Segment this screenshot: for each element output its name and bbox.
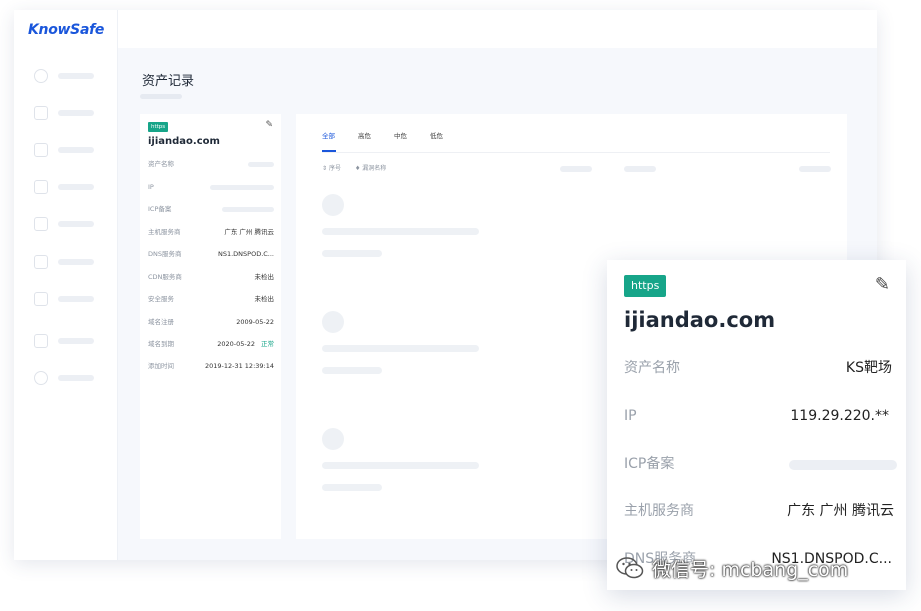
asset-card: https ✎ ijiandao.com 资产名称 IP ICP备案 主机服务商… [140,114,281,539]
https-badge: https [148,122,169,132]
asset-domain: ijiandao.com [148,136,220,147]
asset-row: DNS服务商 NS1.DNSPOD.C... [148,250,274,258]
dashboard-icon [34,69,48,83]
briefcase-icon [34,106,48,120]
status-badge: 正常 [261,340,274,348]
asset-row: 域名到期 2020-05-22 正常 [148,340,274,348]
skeleton-line [322,484,382,491]
asset-domain: ijiandao.com [624,308,776,332]
subtitle-placeholder [140,94,182,99]
sidebar-item-dashboard[interactable] [34,67,104,85]
gift-icon [34,334,48,348]
skeleton-line [322,345,479,352]
skeleton-line [322,250,382,257]
asset-row: 资产名称 [148,159,274,169]
lock-icon [34,217,48,231]
column-vuln-name[interactable]: ♦ 漏洞名称 [355,163,386,172]
detail-row: ICP备案 [624,453,897,475]
tab-medium[interactable]: 中危 [394,130,407,140]
skeleton-line [322,367,382,374]
page-title: 资产记录 [142,74,195,89]
asset-row: CDN服务商 未检出 [148,273,274,281]
sidebar-item-shield-check[interactable] [34,178,104,196]
detail-row: 主机服务商 广东 广州 腾讯云 [624,503,894,519]
sidebar-item-list[interactable] [34,141,104,159]
sidebar-item-user[interactable] [34,369,104,387]
asset-row: 域名注册 2009-05-22 [148,318,274,326]
wechat-icon [616,556,644,580]
detail-row: 资产名称 KS靶场 [624,360,892,376]
skeleton-line [322,228,479,235]
tab-high[interactable]: 高危 [358,130,371,140]
detail-row: IP 119.29.220.** [624,408,889,424]
asset-row: 主机服务商 广东 广州 腾讯云 [148,228,274,236]
sidebar: KnowSafe [14,10,118,560]
id-card-icon [34,292,48,306]
asset-detail-popout: https ✎ ijiandao.com 资产名称 KS靶场 IP 119.29… [607,260,906,590]
asset-row: 添加时间 2019-12-31 12:39:14 [148,362,274,370]
tab-all[interactable]: 全部 [322,130,335,140]
asset-row: ICP备案 [148,204,274,214]
shield-icon [34,255,48,269]
skeleton-line [322,462,479,469]
edit-icon[interactable]: ✎ [875,274,890,295]
sidebar-item-id-card[interactable] [34,290,104,308]
edit-icon[interactable]: ✎ [265,120,273,130]
tab-low[interactable]: 低危 [430,130,443,140]
column-index[interactable]: ⇕ 序号 [322,163,341,172]
asset-row: 安全服务 未检出 [148,295,274,303]
top-bar [118,10,877,48]
shield-check-icon [34,180,48,194]
skeleton-avatar [322,194,344,216]
sidebar-item-shield[interactable] [34,253,104,271]
asset-row: IP [148,182,274,192]
sidebar-item-gift[interactable] [34,332,104,350]
https-badge: https [624,275,667,297]
watermark: 微信号: mcbang_com [616,553,848,583]
skeleton-avatar [322,428,344,450]
skeleton-avatar [322,311,344,333]
logo: KnowSafe [28,22,105,38]
sidebar-item-lock[interactable] [34,215,104,233]
user-icon [34,371,48,385]
sidebar-item-assets[interactable] [34,104,104,122]
watermark-text: 微信号: mcbang_com [652,558,849,581]
list-icon [34,143,48,157]
